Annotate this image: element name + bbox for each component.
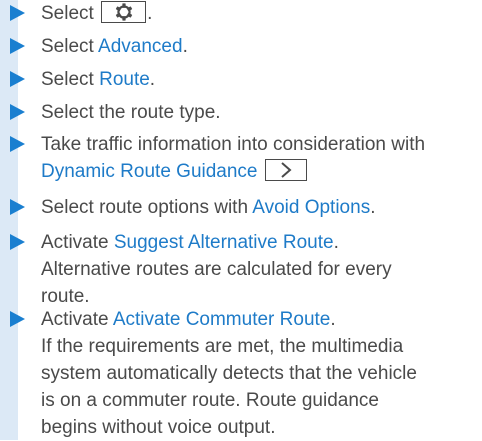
- menu-item-activate-commuter-route: Activate Commuter Route: [112, 309, 331, 330]
- menu-item-route: Route: [99, 69, 150, 90]
- step-text-part: Select the route type.: [41, 102, 221, 123]
- step-text: Activate Suggest Alternative Route. Alte…: [41, 229, 482, 310]
- step-text: Select .: [41, 0, 482, 27]
- step-text-part: Alternative routes are calculated for ev…: [41, 259, 392, 280]
- step-text-part: Select: [41, 69, 100, 90]
- step-text-part: Select: [41, 36, 99, 57]
- menu-item-advanced: Advanced: [98, 36, 183, 57]
- step-rail: [0, 0, 18, 440]
- step-text-part: .: [330, 309, 336, 330]
- chevron-right-icon: [281, 162, 292, 178]
- step-arrow-icon: [10, 104, 25, 120]
- step-arrow-icon: [10, 71, 25, 87]
- step-text-part: Take traffic information into considerat…: [41, 134, 426, 155]
- step-arrow-icon: [10, 311, 25, 327]
- step-text-part: If the requirements are met, the multime…: [41, 336, 404, 357]
- settings-key: [101, 1, 147, 23]
- step-text: Activate Activate Commuter Route. If the…: [41, 306, 482, 441]
- step-arrow-icon: [10, 38, 25, 54]
- menu-item-dynamic-route-guidance: Dynamic Route Guidance: [41, 161, 258, 182]
- menu-item-avoid-options: Avoid Options: [252, 197, 371, 218]
- step-text-part: system automatically detects that the ve…: [41, 363, 417, 384]
- step-text-part: .: [147, 3, 153, 24]
- step-text-part: .: [333, 232, 339, 253]
- step-text-part: Select route options with: [41, 197, 253, 218]
- step-text-part: .: [182, 36, 188, 57]
- step-text: Select route options with Avoid Options.: [41, 194, 482, 221]
- step-text: Take traffic information into considerat…: [41, 131, 482, 185]
- step-text: Select Route.: [41, 66, 482, 93]
- step-arrow-icon: [10, 5, 25, 21]
- step-text-part: .: [370, 197, 376, 218]
- step-text-part: is on a commuter route. Route guidance: [41, 390, 379, 411]
- step-text-part: begins without voice output.: [41, 417, 276, 438]
- step-text-part: .: [149, 69, 156, 90]
- step-arrow-icon: [10, 234, 25, 250]
- step-text: Select the route type.: [41, 99, 482, 126]
- step-text-part: Activate: [41, 309, 113, 330]
- step-text-part: Select: [41, 3, 100, 24]
- next-key: [264, 159, 307, 181]
- step-text-part: Activate: [41, 232, 114, 253]
- step-arrow-icon: [10, 136, 25, 152]
- gear-icon: [115, 3, 132, 21]
- menu-item-suggest-alternative-route: Suggest Alternative Route: [113, 232, 334, 253]
- step-arrow-icon: [10, 199, 25, 215]
- step-text: Select Advanced.: [41, 33, 482, 60]
